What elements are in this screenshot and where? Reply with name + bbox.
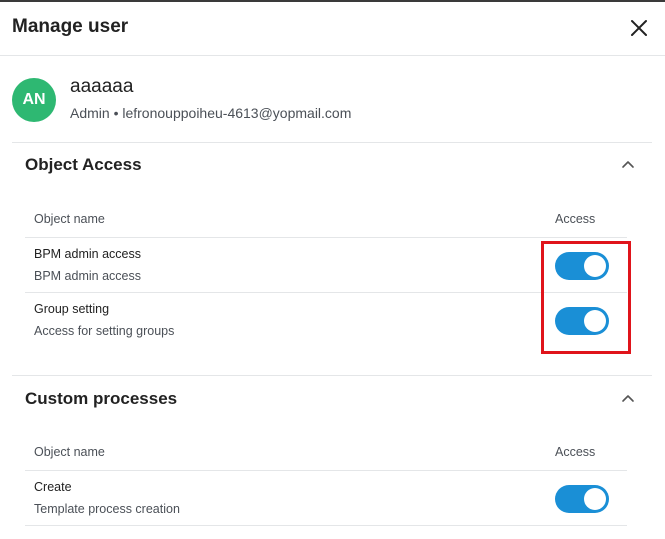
table-row: BPM admin access BPM admin access — [25, 238, 627, 293]
custom-processes-table: Object name Access Create Template proce… — [25, 434, 627, 526]
table-row: Create Template process creation — [25, 471, 627, 526]
section-divider — [12, 375, 652, 376]
row-description: BPM admin access — [34, 269, 141, 283]
close-icon — [631, 20, 647, 36]
row-name: BPM admin access — [34, 247, 141, 261]
section-divider — [12, 142, 652, 143]
chevron-up-icon — [622, 395, 634, 402]
column-header-access: Access — [555, 445, 596, 459]
avatar: AN — [12, 78, 56, 122]
close-button[interactable] — [627, 16, 651, 40]
table-row: Group setting Access for setting groups — [25, 293, 627, 348]
bpm-admin-access-toggle[interactable] — [555, 252, 609, 280]
section-title-custom-processes: Custom processes — [25, 389, 178, 408]
toggle-knob — [584, 488, 606, 510]
group-setting-toggle[interactable] — [555, 307, 609, 335]
toggle-knob — [584, 310, 606, 332]
row-description: Template process creation — [34, 502, 180, 516]
section-title-object-access: Object Access — [25, 155, 142, 174]
row-name: Create — [34, 480, 72, 494]
user-role-email: Admin • lefronouppoiheu-4613@yopmail.com — [70, 105, 352, 121]
object-access-table: Object name Access BPM admin access BPM … — [25, 201, 627, 348]
column-header-object-name: Object name — [34, 445, 105, 459]
table-header: Object name Access — [25, 434, 627, 471]
dialog-title: Manage user — [12, 16, 129, 37]
collapse-object-access-button[interactable] — [619, 156, 637, 174]
row-name: Group setting — [34, 302, 110, 316]
toggle-knob — [584, 255, 606, 277]
user-summary: AN aaaaaa Admin • lefronouppoiheu-4613@y… — [12, 72, 652, 132]
create-toggle[interactable] — [555, 485, 609, 513]
user-name: aaaaaa — [70, 76, 134, 97]
column-header-object-name: Object name — [34, 212, 105, 226]
dialog-header: Manage user — [0, 2, 665, 56]
column-header-access: Access — [555, 212, 596, 226]
chevron-up-icon — [622, 161, 634, 168]
collapse-custom-processes-button[interactable] — [619, 390, 637, 408]
row-description: Access for setting groups — [34, 324, 175, 338]
table-header: Object name Access — [25, 201, 627, 238]
